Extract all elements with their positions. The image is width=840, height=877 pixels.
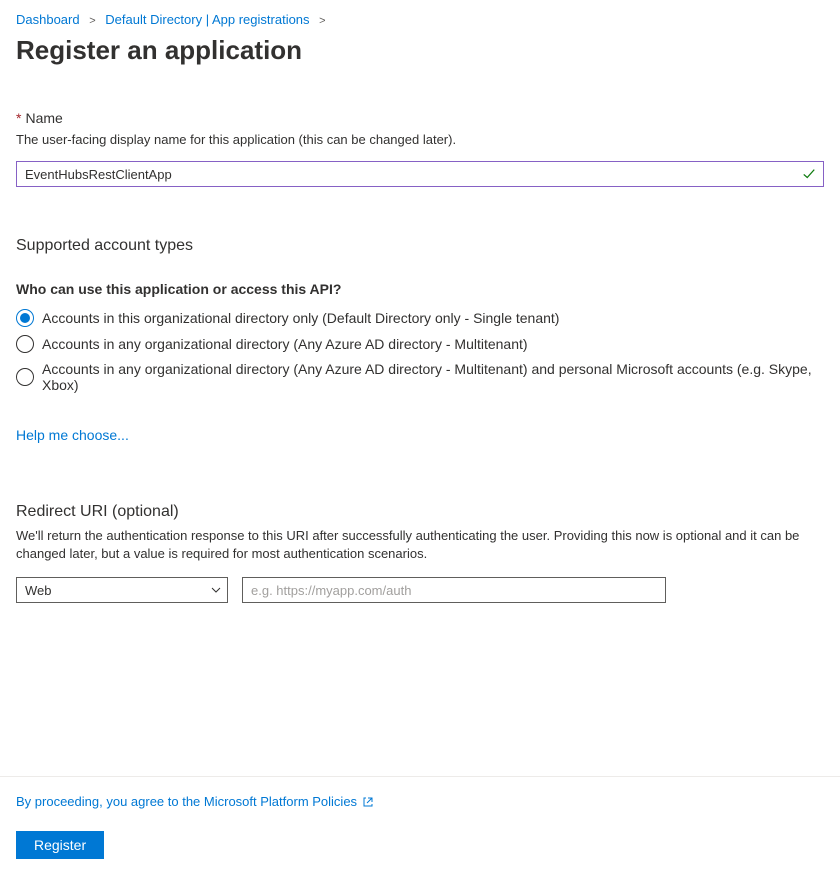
radio-label: Accounts in any organizational directory…: [42, 336, 528, 352]
radio-button: [16, 309, 34, 327]
breadcrumb-separator: >: [89, 15, 95, 27]
check-icon: [802, 167, 816, 181]
radio-label: Accounts in this organizational director…: [42, 310, 559, 326]
radio-multitenant-personal[interactable]: Accounts in any organizational directory…: [16, 361, 824, 393]
account-types-heading: Supported account types: [16, 237, 824, 255]
breadcrumb-item-app-registrations[interactable]: Default Directory | App registrations: [105, 12, 309, 27]
register-button[interactable]: Register: [16, 831, 104, 859]
radio-button: [16, 368, 34, 386]
page-title: Register an application: [0, 27, 840, 66]
radio-multitenant[interactable]: Accounts in any organizational directory…: [16, 335, 824, 353]
breadcrumb-separator: >: [319, 15, 325, 27]
redirect-platform-value: Web: [25, 583, 52, 598]
required-indicator: *: [16, 110, 21, 126]
page-footer: By proceeding, you agree to the Microsof…: [0, 776, 840, 877]
chevron-down-icon: [210, 584, 222, 596]
redirect-platform-select[interactable]: Web: [16, 577, 228, 603]
radio-single-tenant[interactable]: Accounts in this organizational director…: [16, 309, 824, 327]
name-field-label: *Name: [16, 110, 824, 126]
radio-button: [16, 335, 34, 353]
platform-policies-link[interactable]: By proceeding, you agree to the Microsof…: [16, 794, 374, 809]
external-link-icon: [362, 796, 374, 808]
redirect-uri-desc: We'll return the authentication response…: [16, 527, 824, 563]
account-types-question: Who can use this application or access t…: [16, 281, 824, 297]
redirect-uri-input[interactable]: [242, 577, 666, 603]
name-field-desc: The user-facing display name for this ap…: [16, 132, 824, 147]
breadcrumb: Dashboard > Default Directory | App regi…: [0, 0, 840, 27]
radio-label: Accounts in any organizational directory…: [42, 361, 824, 393]
redirect-uri-heading: Redirect URI (optional): [16, 503, 824, 521]
name-input[interactable]: [16, 161, 824, 187]
help-me-choose-link[interactable]: Help me choose...: [16, 427, 129, 443]
breadcrumb-item-dashboard[interactable]: Dashboard: [16, 12, 80, 27]
